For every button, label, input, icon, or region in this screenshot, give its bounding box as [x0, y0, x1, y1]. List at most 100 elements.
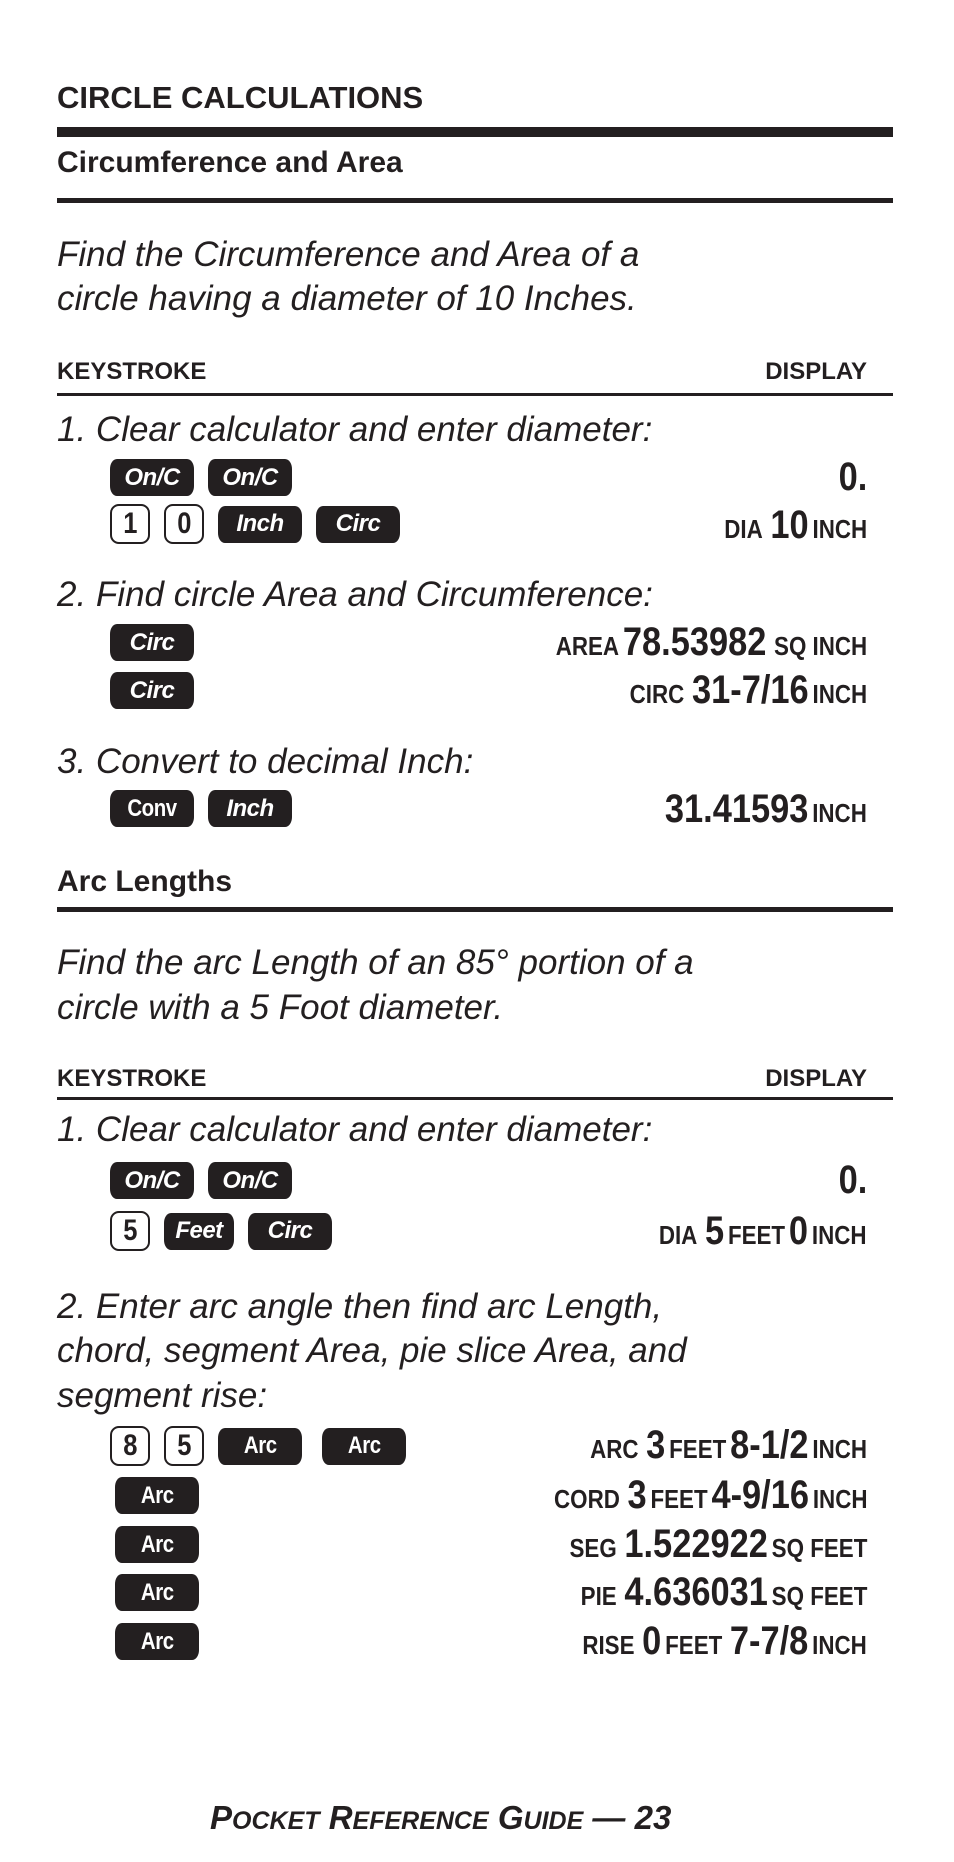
arc-key[interactable]: Arc — [115, 1574, 199, 1611]
display-value: 31.41593 — [665, 787, 809, 831]
keystroke-row: Circ — [110, 624, 194, 661]
footer-separator: — — [583, 1799, 635, 1836]
on-clear-key[interactable]: On/C — [110, 1162, 194, 1199]
arc-key[interactable]: Arc — [322, 1427, 406, 1465]
column-header-rule — [57, 393, 893, 396]
key-label: Inch — [226, 794, 274, 822]
key-label: 0 — [176, 507, 192, 540]
display-readout: CIRC 31-7/16 INCH — [591, 670, 867, 719]
display-readout: DIA 10 INCH — [701, 505, 867, 554]
keystroke-column-header: KEYSTROKE — [57, 1065, 207, 1092]
feet-key[interactable]: Feet — [164, 1212, 234, 1250]
step-instruction: 2. Enter arc angle then find arc Length, — [57, 1287, 663, 1326]
digit-5-key[interactable]: 5 — [110, 1211, 150, 1251]
display-readout: DIA 5 FEET 0 INCH — [625, 1211, 867, 1260]
on-clear-key[interactable]: On/C — [110, 459, 194, 496]
display-readout: RISE 0 FEET 7-7/8 INCH — [536, 1621, 867, 1670]
keystroke-row: 1 0 Inch Circ — [110, 504, 400, 544]
digit-5-key[interactable]: 5 — [164, 1426, 204, 1466]
display-label: DIA — [659, 1220, 698, 1250]
section-intro-line: Find the arc Length of an 85° portion of… — [57, 943, 694, 982]
display-readout: AREA 78.53982 SQ INCH — [505, 622, 867, 671]
section-heading-arc-lengths: Arc Lengths — [57, 865, 233, 898]
key-label: Inch — [236, 510, 284, 537]
step-instruction: 1. Clear calculator and enter diameter: — [57, 410, 653, 449]
column-header-rule — [57, 1097, 893, 1100]
key-label: On/C — [124, 463, 180, 491]
display-label: DIA — [724, 514, 763, 544]
display-unit: INCH — [812, 798, 867, 828]
keystroke-row: Arc — [115, 1574, 199, 1611]
display-label: RISE — [582, 1630, 635, 1660]
display-readout: 0. — [834, 457, 867, 506]
digit-0-key[interactable]: 0 — [164, 504, 204, 544]
key-label: Arc — [347, 1432, 381, 1459]
display-label: SEG — [569, 1533, 617, 1563]
key-label: On/C — [124, 1166, 180, 1194]
display-value-secondary: 8-1/2 — [730, 1423, 809, 1467]
display-label: PIE — [580, 1581, 617, 1611]
circ-key[interactable]: Circ — [110, 624, 194, 661]
display-value: 3 — [627, 1473, 647, 1517]
section-heading-circumference: Circumference and Area — [57, 146, 403, 179]
circ-key[interactable]: Circ — [110, 672, 194, 709]
arc-key[interactable]: Arc — [218, 1427, 302, 1465]
display-label: CIRC — [629, 679, 685, 709]
display-value-secondary: 7-7/8 — [730, 1619, 809, 1663]
keystroke-row: On/C On/C — [110, 1162, 292, 1199]
arc-key[interactable]: Arc — [115, 1526, 199, 1563]
keystroke-row: On/C On/C — [110, 459, 292, 496]
display-value: 3 — [646, 1423, 666, 1467]
inch-key[interactable]: Inch — [208, 790, 292, 827]
display-readout: ARC 3 FEET 8-1/2 INCH — [545, 1425, 867, 1474]
key-label: 1 — [122, 507, 138, 540]
footer-text: UIDE — [523, 1807, 584, 1835]
key-label: On/C — [222, 1166, 278, 1194]
step-instruction: 2. Find circle Area and Circumference: — [57, 575, 653, 614]
display-value: 4.636031 — [624, 1570, 768, 1614]
digit-1-key[interactable]: 1 — [110, 504, 150, 544]
digit-8-key[interactable]: 8 — [110, 1426, 150, 1466]
display-readout: 31.41593 INCH — [632, 789, 867, 838]
key-label: Circ — [129, 628, 175, 656]
arc-key[interactable]: Arc — [115, 1623, 199, 1660]
display-unit: SQ INCH — [773, 631, 867, 661]
arc-key[interactable]: Arc — [115, 1477, 199, 1514]
display-value-secondary: 4-9/16 — [710, 1473, 809, 1517]
inch-key[interactable]: Inch — [218, 505, 302, 543]
section-rule — [57, 907, 893, 912]
display-label: CORD — [553, 1484, 620, 1514]
page-title: CIRCLE CALCULATIONS — [57, 80, 424, 115]
conv-key[interactable]: Conv — [110, 790, 194, 827]
title-rule — [57, 127, 893, 137]
display-unit: FEET — [649, 1484, 708, 1514]
circ-key[interactable]: Circ — [248, 1212, 332, 1250]
section-intro-line: circle having a diameter of 10 Inches. — [57, 279, 637, 318]
on-clear-key[interactable]: On/C — [208, 1162, 292, 1199]
display-column-header: DISPLAY — [765, 1065, 867, 1092]
page-number: 23 — [634, 1799, 672, 1836]
key-label: On/C — [222, 463, 278, 491]
keystroke-row: Arc — [115, 1623, 199, 1660]
key-label: Arc — [243, 1432, 277, 1459]
display-label: AREA — [555, 631, 619, 661]
keystroke-row: 5 Feet Circ — [110, 1211, 332, 1251]
display-unit-secondary: INCH — [812, 1484, 867, 1514]
footer-text: P — [210, 1799, 233, 1836]
keystroke-row: Arc — [115, 1526, 199, 1563]
display-readout: 0. — [834, 1160, 867, 1209]
display-value: 0. — [838, 455, 867, 499]
circ-key[interactable]: Circ — [316, 505, 400, 543]
key-label: 5 — [122, 1214, 138, 1247]
key-label: Circ — [335, 510, 381, 537]
display-unit: FEET — [728, 1220, 786, 1250]
key-label: Arc — [140, 1481, 174, 1509]
key-label: Arc — [140, 1627, 174, 1655]
on-clear-key[interactable]: On/C — [208, 459, 292, 496]
key-label: Circ — [267, 1217, 313, 1244]
key-label: Circ — [129, 676, 175, 704]
step-instruction: segment rise: — [57, 1376, 268, 1415]
keystroke-row: Circ — [110, 672, 194, 709]
display-value: 78.53982 — [622, 620, 767, 664]
key-label: Feet — [175, 1217, 223, 1244]
